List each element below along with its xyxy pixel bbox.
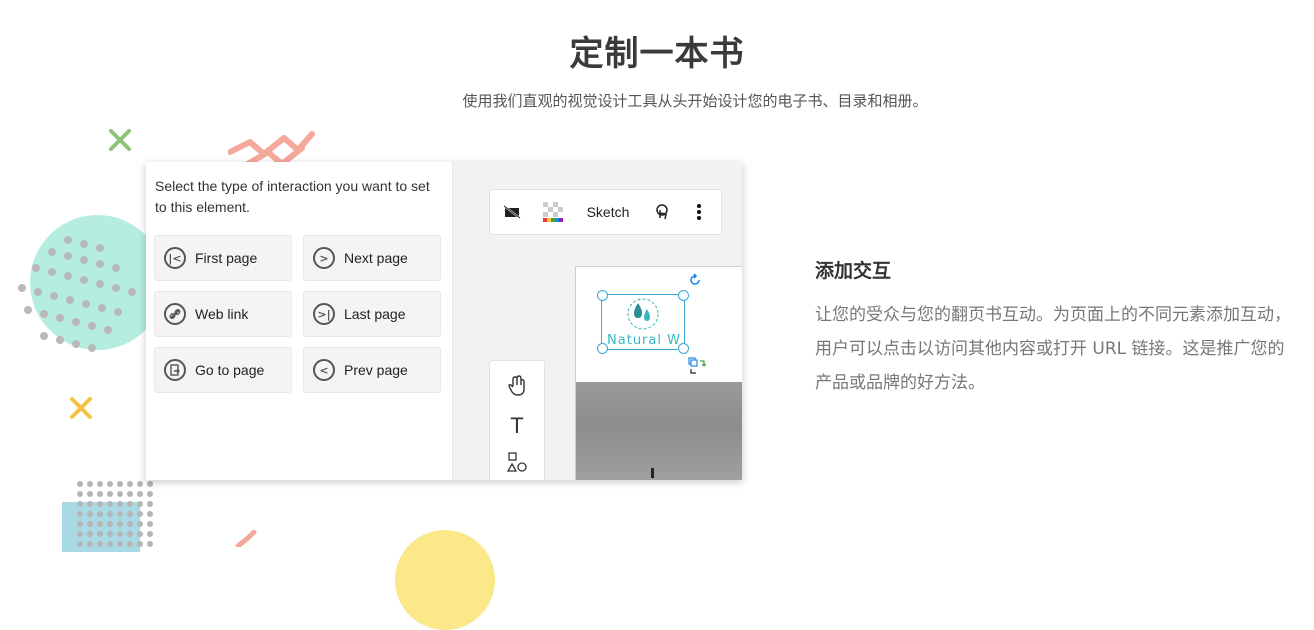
coral-squiggle-decoration bbox=[235, 530, 257, 547]
goto-page-icon bbox=[164, 359, 186, 381]
last-page-icon: >| bbox=[313, 303, 335, 325]
option-label: Prev page bbox=[344, 362, 408, 378]
option-label: Go to page bbox=[195, 362, 265, 378]
layer-swap-icon[interactable] bbox=[688, 357, 706, 375]
element-toolbar: Sketch bbox=[489, 189, 722, 235]
more-vertical-icon[interactable] bbox=[680, 190, 718, 234]
side-toolbar: T bbox=[489, 360, 545, 480]
green-cross-decoration bbox=[109, 129, 131, 151]
canvas-panel: Sketch T Natural W bbox=[453, 162, 742, 480]
page-title: 定制一本书 bbox=[569, 34, 745, 74]
prev-page-option[interactable]: < Prev page bbox=[303, 347, 441, 393]
sketch-button[interactable]: Sketch bbox=[572, 190, 644, 234]
interaction-panel: Select the type of interaction you want … bbox=[146, 162, 453, 480]
feature-description: 让您的受众与您的翻页书互动。为页面上的不同元素添加互动，用户可以点击以访问其他内… bbox=[815, 305, 1291, 393]
page-subtitle: 使用我们直观的视觉设计工具从头开始设计您的电子书、目录和相册。 bbox=[462, 92, 928, 110]
go-to-page-option[interactable]: Go to page bbox=[154, 347, 292, 393]
grid-dots-decoration bbox=[77, 481, 153, 547]
option-label: Web link bbox=[195, 306, 249, 322]
first-page-option[interactable]: |< First page bbox=[154, 235, 292, 281]
transparency-icon[interactable] bbox=[534, 190, 572, 234]
next-page-option[interactable]: > Next page bbox=[303, 235, 441, 281]
dots-decoration bbox=[18, 236, 136, 352]
option-label: First page bbox=[195, 250, 258, 266]
editor-screenshot-card: Select the type of interaction you want … bbox=[146, 162, 742, 480]
touch-icon[interactable] bbox=[644, 190, 680, 234]
rotate-icon[interactable] bbox=[688, 273, 702, 287]
first-page-icon: |< bbox=[164, 247, 186, 269]
page-photo bbox=[576, 382, 742, 480]
next-page-icon: > bbox=[313, 247, 335, 269]
shapes-tool-icon[interactable] bbox=[490, 451, 544, 477]
logo-text: Natural W bbox=[607, 333, 681, 348]
text-tool-icon[interactable]: T bbox=[490, 413, 544, 439]
flipbook-page[interactable]: Natural W bbox=[575, 266, 742, 480]
resize-handle[interactable] bbox=[597, 290, 608, 301]
feature-title: 添加交互 bbox=[815, 260, 892, 282]
image-off-icon[interactable] bbox=[490, 190, 534, 234]
water-drop-logo-icon bbox=[627, 298, 659, 330]
interaction-prompt: Select the type of interaction you want … bbox=[155, 178, 430, 215]
last-page-option[interactable]: >| Last page bbox=[303, 291, 441, 337]
resize-handle[interactable] bbox=[678, 290, 689, 301]
prev-page-icon: < bbox=[313, 359, 335, 381]
yellow-cross-decoration bbox=[70, 397, 92, 419]
option-label: Next page bbox=[344, 250, 408, 266]
option-label: Last page bbox=[344, 306, 406, 322]
web-link-option[interactable]: Web link bbox=[154, 291, 292, 337]
link-icon bbox=[164, 303, 186, 325]
yellow-circle-decoration bbox=[395, 530, 495, 630]
hand-tool-icon[interactable] bbox=[490, 375, 544, 401]
selected-element[interactable]: Natural W bbox=[597, 290, 689, 354]
